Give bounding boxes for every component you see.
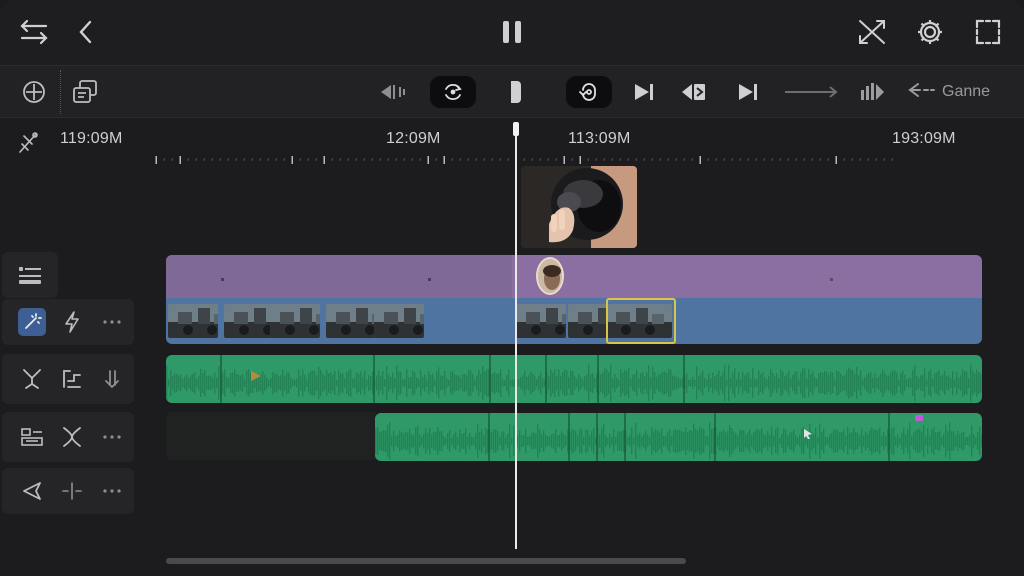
audio-track-2-controls [2, 412, 134, 462]
back-arrow-icon [906, 81, 936, 104]
video-thumbnail [326, 304, 376, 338]
audio-marker-icon [250, 369, 262, 387]
more-button[interactable] [92, 302, 132, 342]
audio-marker [915, 415, 923, 421]
magic-wand-icon [25, 313, 42, 329]
volume-step-button[interactable] [52, 359, 92, 399]
fork-icon [23, 369, 41, 389]
gear-icon[interactable] [912, 14, 948, 50]
title-track-toggle[interactable] [2, 252, 58, 298]
overlay-thumbnail [521, 166, 637, 248]
layers-button[interactable] [12, 417, 52, 457]
download-arrow-button[interactable] [92, 359, 132, 399]
video-track-controls [2, 299, 134, 345]
trim-bracket-icon[interactable] [504, 76, 526, 108]
download-arrow-icon [105, 370, 119, 389]
ruler-snap-icon[interactable] [16, 130, 40, 161]
layers-icon [21, 428, 43, 446]
video-thumbnail [516, 304, 566, 338]
audio-track-2[interactable] [375, 413, 982, 461]
audio-track-2-empty [166, 412, 376, 460]
loop-icon[interactable] [566, 76, 612, 108]
split-line-button[interactable] [52, 471, 92, 511]
marker-button[interactable] [12, 471, 52, 511]
keyframe-dot [428, 278, 431, 281]
cursor-arrow-icon [803, 427, 813, 445]
fork-icon [63, 427, 81, 447]
keyframe-dot [221, 278, 224, 281]
lightning-button[interactable] [52, 302, 92, 342]
ruler-label: 119:09M [60, 130, 123, 147]
video-thumbnail [224, 304, 274, 338]
triangle-left-icon [23, 482, 41, 500]
timeline-ruler[interactable]: 119:09M 12:09M 113:09M 193:09M [0, 118, 1024, 166]
spin-effect-icon[interactable] [430, 76, 476, 108]
import-media-icon[interactable] [70, 76, 100, 108]
gone-button[interactable]: Ganne [906, 76, 1006, 108]
video-thumbnail [270, 304, 320, 338]
fork-button[interactable] [12, 359, 52, 399]
volume-step-icon [63, 370, 81, 388]
audio-waveform [166, 355, 982, 403]
ruler-label: 113:09M [568, 130, 631, 147]
more-button-2[interactable] [92, 417, 132, 457]
audio-waveform [375, 413, 982, 461]
overlay-video-clip[interactable] [521, 166, 637, 248]
marker-controls [2, 468, 134, 514]
more-dots-icon [103, 489, 121, 493]
editor-frame: Ganne 119:09M 12:09M 113:09M 193:09M [0, 0, 1024, 576]
fork-button-2[interactable] [52, 417, 92, 457]
keyframe-dot [830, 278, 833, 281]
playhead-handle[interactable] [513, 122, 519, 136]
ruler-label: 12:09M [386, 130, 441, 147]
pause-icon[interactable] [494, 14, 530, 50]
top-bar [0, 0, 1024, 66]
fullscreen-icon[interactable] [970, 14, 1006, 50]
back-chevron-icon[interactable] [68, 14, 104, 50]
audio-track-1[interactable] [166, 355, 982, 403]
edit-toolbar: Ganne [0, 66, 1024, 118]
video-thumbnail [168, 304, 218, 338]
title-track[interactable] [166, 255, 982, 298]
toolbar-divider [60, 70, 61, 114]
skip-end-icon[interactable] [630, 76, 658, 108]
audio-track-1-controls [2, 354, 134, 404]
next-icon[interactable] [734, 76, 762, 108]
more-dots-icon [103, 435, 121, 439]
video-track[interactable] [166, 298, 982, 344]
title-thumbnail[interactable] [536, 257, 564, 295]
title-list-icon [19, 267, 41, 284]
ruler-label: 193:09M [892, 130, 956, 147]
video-thumbnail [374, 304, 424, 338]
gone-label: Ganne [942, 83, 991, 100]
split-line-icon [62, 482, 82, 500]
more-button-3[interactable] [92, 471, 132, 511]
magic-wand-button[interactable] [12, 302, 52, 342]
rewind-mark-icon[interactable] [378, 76, 408, 108]
reverse-icon[interactable] [678, 76, 710, 108]
timeline-scrollbar[interactable] [166, 558, 686, 564]
more-dots-icon [103, 320, 121, 324]
arrow-line-icon[interactable] [782, 76, 842, 108]
playhead[interactable] [515, 124, 517, 549]
selected-clip[interactable] [606, 298, 676, 344]
lightning-icon [65, 311, 79, 333]
title-clip[interactable] [166, 255, 512, 298]
ruler-ticks [155, 156, 893, 164]
split-crossed-icon[interactable] [854, 14, 890, 50]
speed-ramp-icon[interactable] [856, 76, 888, 108]
menu-arrows-icon[interactable] [16, 14, 52, 50]
add-circle-icon[interactable] [20, 76, 48, 108]
